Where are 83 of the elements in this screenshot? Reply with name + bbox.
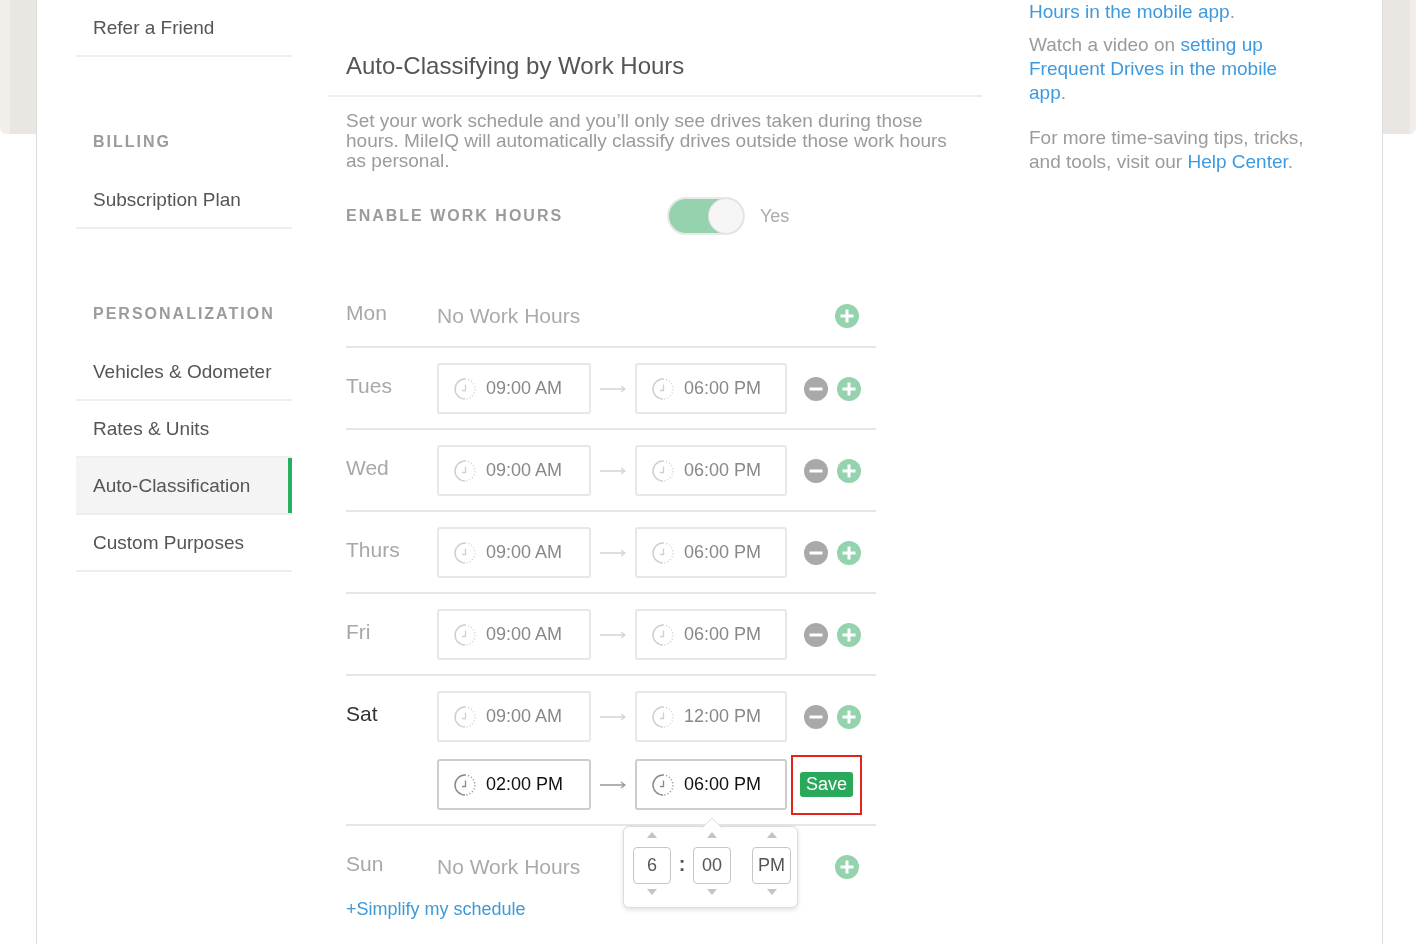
minus-circle-icon[interactable] <box>804 622 828 647</box>
clock-icon <box>652 541 674 564</box>
setting-label: ENABLE WORK HOURS <box>346 207 565 225</box>
start-time-field[interactable]: 02:00 PM <box>437 759 591 810</box>
day-label: Sun <box>346 853 385 877</box>
toggle-switch[interactable] <box>667 197 745 235</box>
start-time-field[interactable]: 09:00 AM <box>437 609 591 660</box>
start-time-field[interactable]: 09:00 AM <box>437 363 591 414</box>
clock-icon <box>652 459 674 482</box>
day-label: Wed <box>346 457 390 481</box>
help-link[interactable]: setting up <box>1180 34 1263 55</box>
clock-icon <box>454 541 476 564</box>
help-text: Hours in the mobile app. <box>1029 0 1236 24</box>
arrow-icon <box>600 630 626 639</box>
hour-field[interactable]: 6 <box>633 847 671 884</box>
section-heading: BILLING <box>93 133 172 151</box>
help-text: Watch a video on setting up Frequent Drives in the mobile app. <box>1029 33 1279 105</box>
plus-circle-icon[interactable] <box>835 854 859 879</box>
plus-circle-icon[interactable] <box>837 376 861 401</box>
save-button[interactable]: Save <box>800 772 854 797</box>
plus-circle-icon[interactable] <box>837 540 861 565</box>
sidebar-item[interactable]: Refer a Friend <box>76 0 292 57</box>
day-label: Sat <box>346 703 379 727</box>
section-title: Auto-Classifying by Work Hours <box>328 0 982 97</box>
caret-down-icon[interactable] <box>766 889 777 895</box>
caret-up-icon[interactable] <box>707 832 717 838</box>
simplify-schedule-link[interactable]: +Simplify my schedule <box>346 899 526 919</box>
caret-down-icon[interactable] <box>707 889 717 895</box>
no-hours-text: No Work Hours <box>437 854 581 879</box>
sidebar-item[interactable]: Subscription Plan <box>76 172 292 229</box>
help-link[interactable]: Hours in the mobile app <box>1029 1 1230 22</box>
clock-icon <box>454 623 476 646</box>
arrow-icon <box>600 712 626 721</box>
start-time-field[interactable]: 09:00 AM <box>437 445 591 496</box>
arrow-icon <box>600 466 626 475</box>
help-text: For more time-saving tips, tricks, and tools, visit our Help Center. <box>1029 126 1305 174</box>
end-time-field[interactable]: 06:00 PM <box>635 363 787 414</box>
minus-circle-icon[interactable] <box>804 458 828 483</box>
section-heading: PERSONALIZATION <box>93 305 276 323</box>
arrow-icon <box>600 384 626 393</box>
clock-icon <box>652 705 674 728</box>
plus-circle-icon[interactable] <box>837 704 861 729</box>
help-link[interactable]: Frequent Drives in the mobile <box>1029 58 1278 79</box>
plus-circle-icon[interactable] <box>837 458 861 483</box>
caret-up-icon[interactable] <box>647 832 657 838</box>
end-time-field[interactable]: 06:00 PM <box>635 759 787 810</box>
period-field[interactable]: PM <box>752 847 791 884</box>
day-label: Mon <box>346 302 388 326</box>
arrow-icon <box>600 548 626 557</box>
start-time-field[interactable]: 09:00 AM <box>437 691 591 742</box>
end-time-field[interactable]: 06:00 PM <box>635 445 787 496</box>
plus-circle-icon[interactable] <box>835 303 859 328</box>
help-link[interactable]: Help Center <box>1187 151 1288 172</box>
arrow-icon <box>600 780 626 789</box>
clock-icon <box>454 705 476 728</box>
time-separator: : <box>677 852 687 877</box>
end-time-field[interactable]: 06:00 PM <box>635 527 787 578</box>
minus-circle-icon[interactable] <box>804 704 828 729</box>
minus-circle-icon[interactable] <box>804 540 828 565</box>
clock-icon <box>454 773 476 796</box>
day-label: Tues <box>346 375 393 399</box>
section-description: Set your work schedule and you’ll only see drives taken during those hours. MileIQ will automatically classify drives outside those work hours as personal. <box>346 111 948 171</box>
toggle-state-text: Yes <box>760 205 790 227</box>
sidebar-item[interactable]: Custom Purposes <box>76 515 292 572</box>
clock-icon <box>454 377 476 400</box>
no-hours-text: No Work Hours <box>437 303 581 328</box>
plus-circle-icon[interactable] <box>837 622 861 647</box>
end-time-field[interactable]: 06:00 PM <box>635 609 787 660</box>
sidebar-item[interactable]: Vehicles & Odometer <box>76 344 292 401</box>
help-link[interactable]: app <box>1029 82 1061 103</box>
clock-icon <box>454 459 476 482</box>
day-label: Thurs <box>346 539 401 563</box>
day-label: Fri <box>346 621 372 645</box>
sidebar-item[interactable]: Auto-Classification <box>76 458 292 515</box>
start-time-field[interactable]: 09:00 AM <box>437 527 591 578</box>
clock-icon <box>652 623 674 646</box>
clock-icon <box>652 377 674 400</box>
caret-down-icon[interactable] <box>647 889 657 895</box>
minus-circle-icon[interactable] <box>804 376 828 401</box>
minute-field[interactable]: 00 <box>693 847 731 884</box>
end-time-field[interactable]: 12:00 PM <box>635 691 787 742</box>
caret-up-icon[interactable] <box>766 832 777 838</box>
clock-icon <box>652 773 674 796</box>
